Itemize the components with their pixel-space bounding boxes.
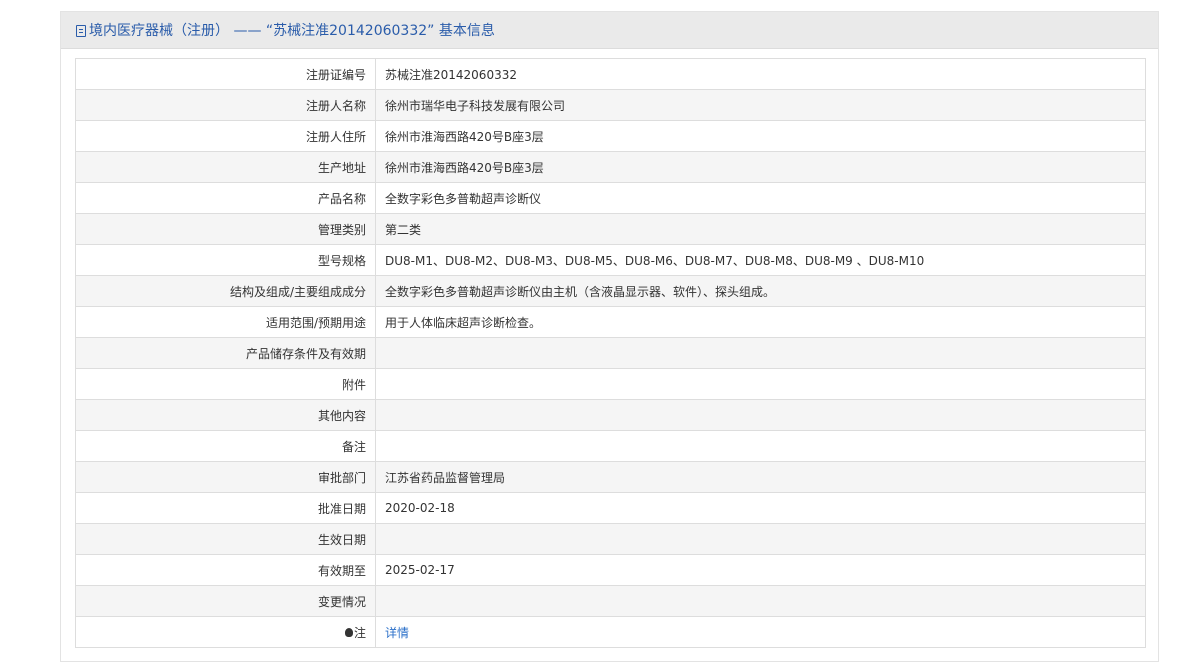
row-label: 生产地址 — [75, 151, 376, 183]
row-label: 注册人住所 — [75, 120, 376, 152]
table-row: 审批部门 江苏省药品监督管理局 — [75, 461, 1146, 493]
lightbulb-icon — [344, 627, 353, 637]
table-row: 变更情况 — [75, 585, 1146, 617]
row-label: 注册人名称 — [75, 89, 376, 121]
row-label: 审批部门 — [75, 461, 376, 493]
row-value — [375, 585, 1146, 617]
row-value: 徐州市淮海西路420号B座3层 — [375, 151, 1146, 183]
table-row: 产品储存条件及有效期 — [75, 337, 1146, 369]
row-label: 产品名称 — [75, 182, 376, 214]
row-value — [375, 523, 1146, 555]
table-row: 结构及组成/主要组成成分 全数字彩色多普勒超声诊断仪由主机（含液晶显示器、软件）、… — [75, 275, 1146, 307]
row-value: 徐州市瑞华电子科技发展有限公司 — [375, 89, 1146, 121]
row-value — [375, 337, 1146, 369]
row-value: 苏械注准20142060332 — [375, 58, 1146, 90]
table-row: 注册人住所 徐州市淮海西路420号B座3层 — [75, 120, 1146, 152]
row-label: 适用范围/预期用途 — [75, 306, 376, 338]
row-value: DU8-M1、DU8-M2、DU8-M3、DU8-M5、DU8-M6、DU8-M… — [375, 244, 1146, 276]
table-row: 备注 — [75, 430, 1146, 462]
row-label: 批准日期 — [75, 492, 376, 524]
table-row: 有效期至 2025-02-17 — [75, 554, 1146, 586]
table-row: 管理类别 第二类 — [75, 213, 1146, 245]
row-label: 结构及组成/主要组成成分 — [75, 275, 376, 307]
row-value: 2020-02-18 — [375, 492, 1146, 524]
details-link[interactable]: 详情 — [385, 626, 409, 640]
row-label: 附件 — [75, 368, 376, 400]
row-value: 全数字彩色多普勒超声诊断仪 — [375, 182, 1146, 214]
row-value — [375, 430, 1146, 462]
table-row: 注册证编号 苏械注准20142060332 — [75, 58, 1146, 90]
row-value: 2025-02-17 — [375, 554, 1146, 586]
row-value: 用于人体临床超声诊断检查。 — [375, 306, 1146, 338]
row-value: 徐州市淮海西路420号B座3层 — [375, 120, 1146, 152]
panel-header: 境内医疗器械（注册） —— “苏械注准20142060332” 基本信息 — [61, 12, 1158, 49]
row-value: 江苏省药品监督管理局 — [375, 461, 1146, 493]
row-value — [375, 368, 1146, 400]
row-label: 型号规格 — [75, 244, 376, 276]
note-label: 注 — [353, 625, 366, 640]
table-row: 适用范围/预期用途 用于人体临床超声诊断检查。 — [75, 306, 1146, 338]
row-value: 全数字彩色多普勒超声诊断仪由主机（含液晶显示器、软件）、探头组成。 — [375, 275, 1146, 307]
table-row: 生效日期 — [75, 523, 1146, 555]
table-row: 型号规格 DU8-M1、DU8-M2、DU8-M3、DU8-M5、DU8-M6、D… — [75, 244, 1146, 276]
table-row: 生产地址 徐州市淮海西路420号B座3层 — [75, 151, 1146, 183]
document-icon — [76, 25, 86, 37]
row-label: 产品储存条件及有效期 — [75, 337, 376, 369]
page-title: 境内医疗器械（注册） —— “苏械注准20142060332” 基本信息 — [89, 23, 495, 39]
table-row: 其他内容 — [75, 399, 1146, 431]
row-label: 其他内容 — [75, 399, 376, 431]
row-label: 变更情况 — [75, 585, 376, 617]
row-value-note: 详情 — [375, 616, 1146, 648]
row-label: 注册证编号 — [75, 58, 376, 90]
table-row: 注册人名称 徐州市瑞华电子科技发展有限公司 — [75, 89, 1146, 121]
row-label: 管理类别 — [75, 213, 376, 245]
table-row: 产品名称 全数字彩色多普勒超声诊断仪 — [75, 182, 1146, 214]
table-row: 附件 — [75, 368, 1146, 400]
row-label-note: 注 — [75, 616, 376, 648]
row-value: 第二类 — [375, 213, 1146, 245]
info-table: 注册证编号 苏械注准20142060332 注册人名称 徐州市瑞华电子科技发展有限公司… — [75, 58, 1146, 648]
row-value — [375, 399, 1146, 431]
info-panel: 境内医疗器械（注册） —— “苏械注准20142060332” 基本信息 注册证… — [60, 11, 1159, 662]
row-label: 备注 — [75, 430, 376, 462]
row-label: 有效期至 — [75, 554, 376, 586]
table-row: 批准日期 2020-02-18 — [75, 492, 1146, 524]
table-row-note: 注 详情 — [75, 616, 1146, 648]
row-label: 生效日期 — [75, 523, 376, 555]
